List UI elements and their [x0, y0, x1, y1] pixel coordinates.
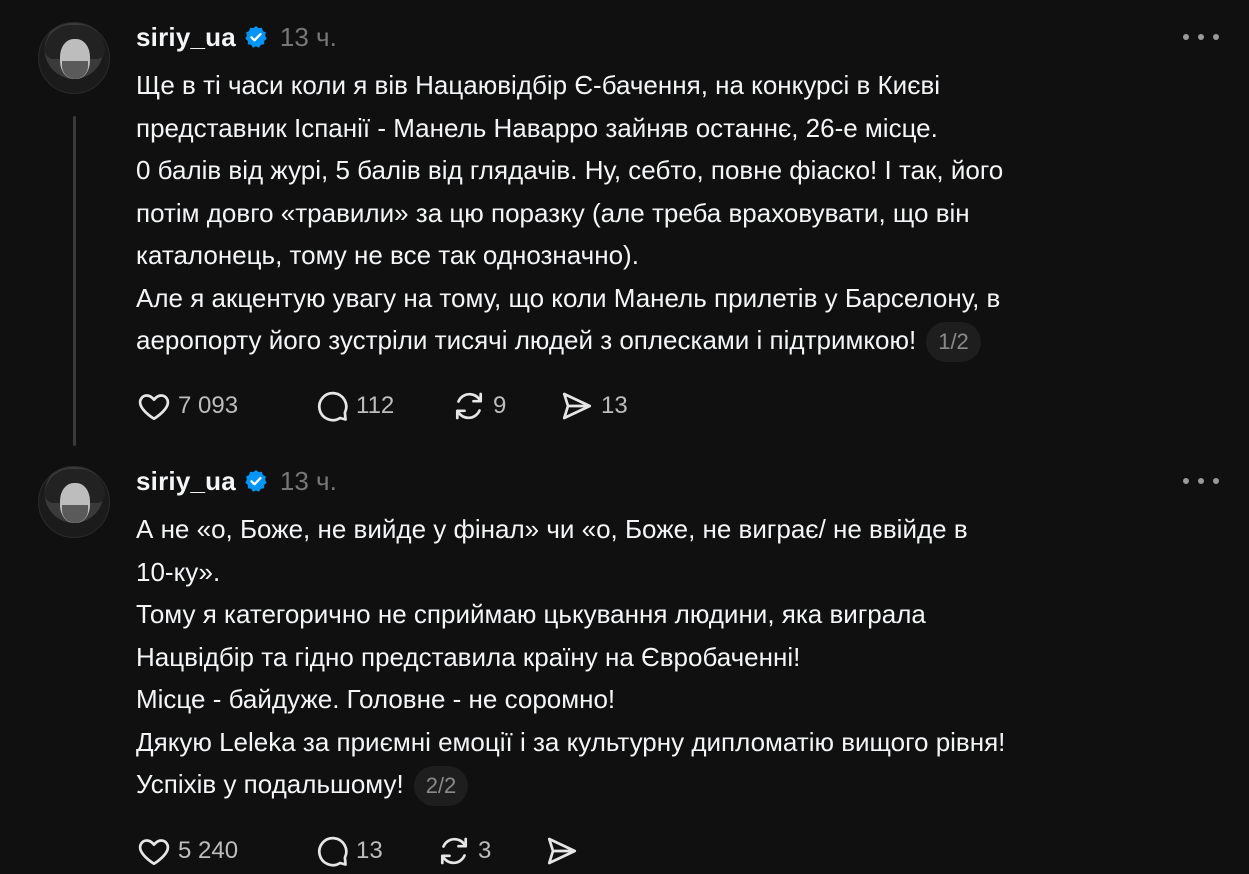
post-text-line: Ще в ті часи коли я вів Нацаювідбір Є-ба…	[136, 70, 941, 100]
repost-count: 3	[478, 837, 492, 864]
comment-bubble-icon	[317, 391, 348, 422]
post-text-line: потім довго «травили» за цю поразку (але…	[136, 197, 970, 228]
post-timestamp: 13 ч.	[279, 21, 337, 52]
comment-button[interactable]: 13	[314, 833, 436, 869]
share-send-icon	[562, 392, 592, 420]
repost-icon	[440, 837, 468, 865]
thread-connector-line	[73, 116, 76, 446]
username[interactable]: siriy_ua	[136, 466, 236, 497]
post-text-line: Але я акцентую увагу на тому, що коли Ма…	[136, 282, 1001, 313]
post-text-line: Тому я категорично не сприймаю цькування…	[136, 599, 926, 629]
share-button[interactable]	[544, 833, 586, 869]
comment-bubble-icon	[317, 836, 348, 867]
verified-badge-icon	[245, 26, 267, 48]
post-text-line: А не «о, Боже, не вийде у фінал» чи «о, …	[136, 514, 968, 544]
post-text-line: Успіхів у подальшому!	[136, 769, 404, 799]
post-timestamp: 13 ч.	[279, 465, 337, 496]
repost-button[interactable]: 3	[436, 833, 544, 869]
post-header: siriy_ua 13 ч.	[136, 22, 337, 52]
post-body: А не «о, Боже, не вийде у фінал» чи «о, …	[136, 508, 1226, 807]
like-count: 5 240	[178, 837, 239, 864]
thread-pager-badge: 1/2	[926, 322, 981, 363]
post-text-line: Нацвідбір та гідно представила країну на…	[136, 641, 801, 672]
share-count: 13	[601, 392, 628, 419]
post-text-line: Дякую Leleka за приємні емоції і за куль…	[136, 726, 1006, 757]
more-options-icon[interactable]	[1183, 27, 1219, 47]
share-send-icon	[547, 837, 577, 865]
post-text-line: 0 балів від журі, 5 балів від глядачів. …	[136, 155, 1004, 185]
comment-button[interactable]: 112	[314, 388, 451, 424]
avatar[interactable]	[38, 22, 110, 94]
avatar[interactable]	[38, 466, 110, 538]
post-actions: 5 240 13 3	[136, 831, 586, 871]
repost-count: 9	[493, 392, 507, 419]
share-button[interactable]: 13	[559, 388, 628, 424]
heart-icon	[138, 394, 170, 421]
more-options-icon[interactable]	[1183, 471, 1219, 491]
like-count: 7 093	[178, 392, 239, 419]
post-text-line: каталонець, тому не все так однозначно).	[136, 240, 639, 270]
repost-button[interactable]: 9	[451, 388, 559, 424]
thread-pager-badge: 2/2	[413, 766, 469, 807]
post-text-line: аеропорту його зустріли тисячі людей з о…	[136, 325, 917, 355]
like-button[interactable]: 5 240	[136, 833, 314, 869]
post-header: siriy_ua 13 ч.	[136, 466, 337, 496]
heart-icon	[138, 839, 170, 866]
comment-count: 112	[356, 392, 395, 419]
post-body: Ще в ті часи коли я вів Нацаювідбір Є-ба…	[136, 64, 1226, 363]
like-button[interactable]: 7 093	[136, 388, 314, 424]
username[interactable]: siriy_ua	[136, 22, 236, 53]
verified-badge-icon	[245, 470, 267, 492]
comment-count: 13	[356, 837, 383, 864]
post-text-line: Місце - байдуже. Головне - не соромно!	[136, 684, 616, 714]
repost-icon	[455, 392, 483, 420]
post-actions: 7 093 112 9 13	[136, 386, 628, 426]
post-text-line: 10-ку».	[136, 556, 221, 587]
post-text-line: представник Іспанії - Манель Наварро зай…	[136, 112, 938, 143]
